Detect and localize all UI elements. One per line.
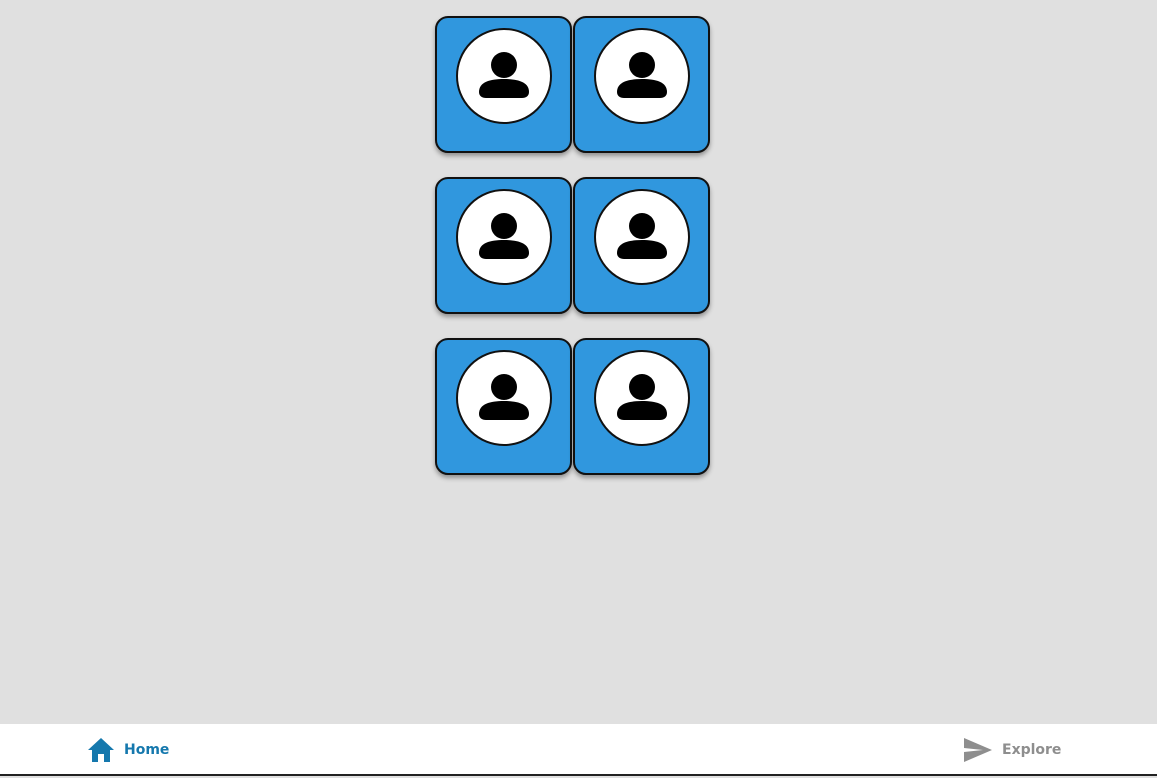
home-icon [88, 738, 114, 762]
avatar [593, 28, 690, 124]
person-avatar-icon [478, 374, 529, 420]
avatar [593, 189, 690, 285]
nav-explore-label: Explore [1002, 742, 1062, 758]
person-avatar-icon [616, 213, 667, 259]
avatar-card[interactable] [435, 16, 572, 153]
avatar [455, 350, 552, 446]
nav-home-tab[interactable]: Home [87, 724, 169, 776]
avatar-grid [435, 16, 711, 475]
person-avatar-icon [616, 374, 667, 420]
person-avatar-icon [616, 52, 667, 98]
person-avatar-icon [478, 52, 529, 98]
nav-explore-tab[interactable]: Explore [963, 724, 1061, 776]
app-screen: Home Explore [0, 0, 1157, 778]
send-icon [964, 738, 992, 762]
avatar-card[interactable] [573, 177, 710, 314]
avatar [455, 28, 552, 124]
avatar-card[interactable] [435, 177, 572, 314]
bottom-navigation: Home Explore [0, 724, 1157, 776]
avatar-card[interactable] [573, 338, 710, 475]
avatar-card[interactable] [573, 16, 710, 153]
avatar [455, 189, 552, 285]
person-avatar-icon [478, 213, 529, 259]
avatar-card[interactable] [435, 338, 572, 475]
avatar [593, 350, 690, 446]
nav-home-label: Home [124, 742, 170, 758]
